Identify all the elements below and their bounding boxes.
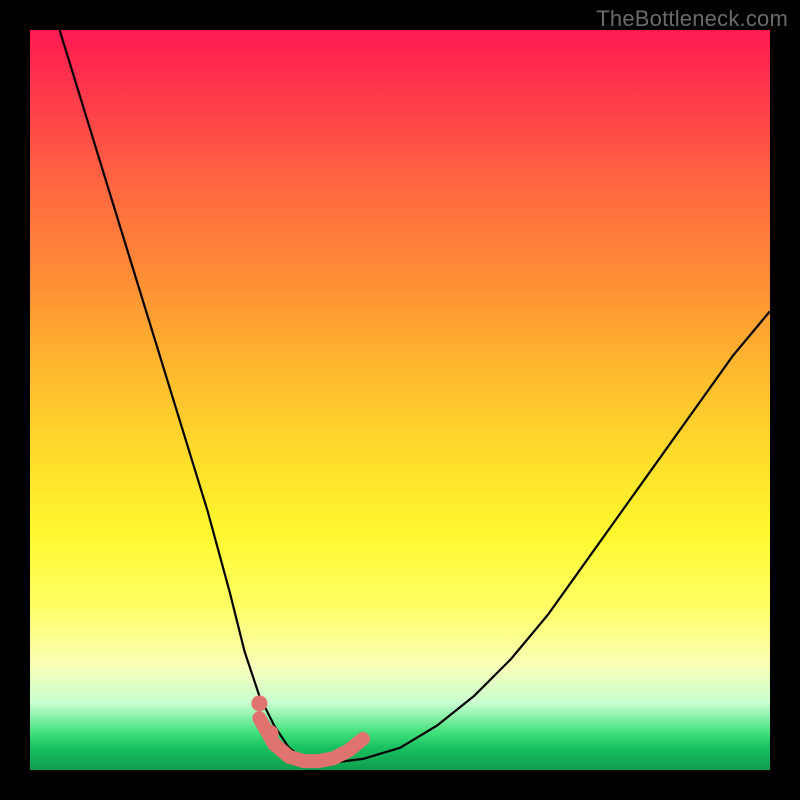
valley-marker-dot xyxy=(263,725,279,741)
chart-frame: TheBottleneck.com xyxy=(0,0,800,800)
valley-marker-dot xyxy=(251,695,267,711)
plot-area xyxy=(30,30,770,770)
bottleneck-curve xyxy=(60,30,770,763)
watermark-text: TheBottleneck.com xyxy=(596,6,788,32)
curve-svg xyxy=(30,30,770,770)
